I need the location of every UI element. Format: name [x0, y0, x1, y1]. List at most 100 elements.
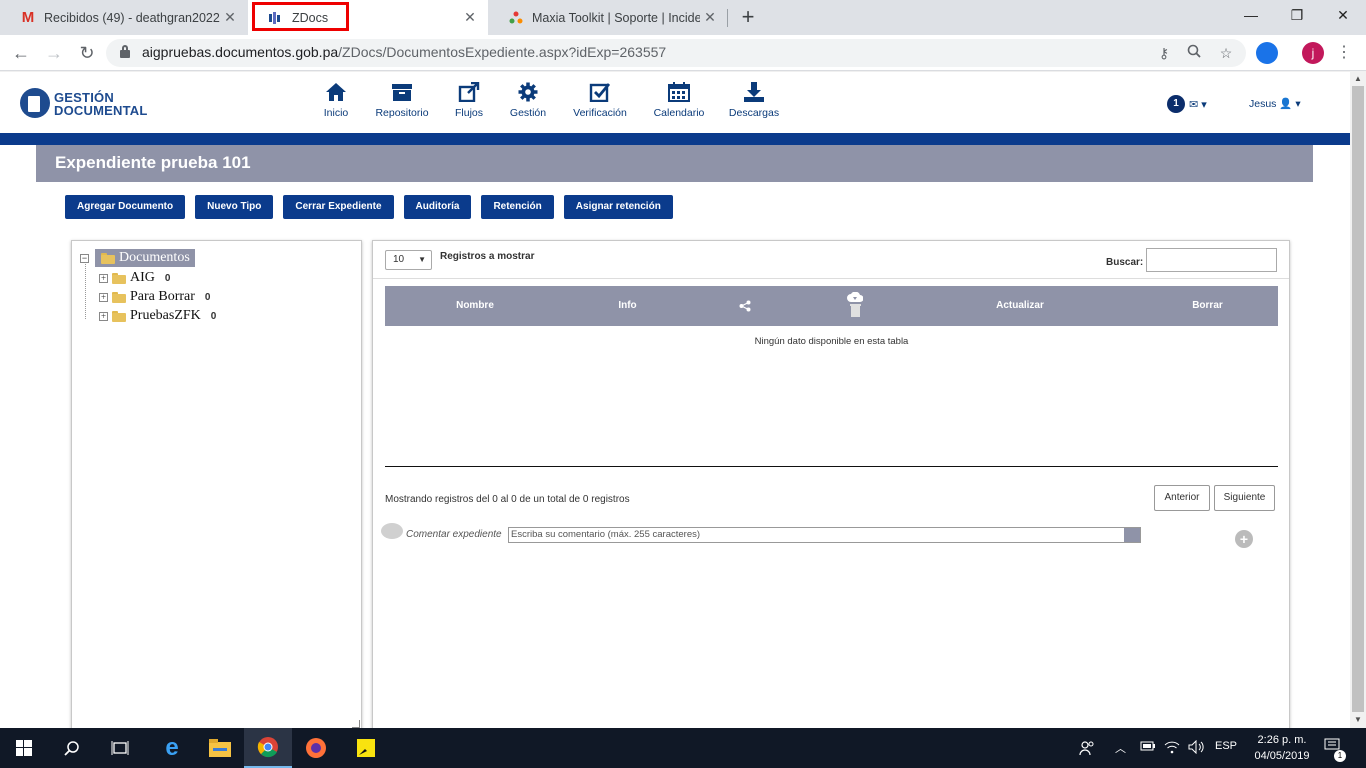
chrome-icon[interactable] — [244, 728, 292, 768]
action-buttons: Agregar Documento Nuevo Tipo Cerrar Expe… — [65, 195, 673, 219]
bookmark-star-icon[interactable]: ☆ — [1216, 43, 1236, 63]
folder-icon — [112, 291, 126, 303]
expand-icon[interactable]: + — [99, 311, 108, 321]
folder-icon — [101, 252, 115, 264]
column-info[interactable]: Info — [585, 286, 670, 326]
file-explorer-icon[interactable] — [196, 728, 244, 768]
close-icon[interactable]: ✕ — [460, 9, 480, 26]
envelope-icon[interactable]: ✉ ▾ — [1189, 98, 1207, 111]
nav-calendario[interactable]: Calendario — [652, 80, 706, 124]
column-borrar[interactable]: Borrar — [1160, 286, 1255, 326]
windows-start-icon[interactable] — [0, 728, 48, 768]
back-icon[interactable]: ← — [9, 41, 33, 65]
firefox-icon[interactable] — [292, 728, 340, 768]
web-page: GESTIÓN DOCUMENTAL Inicio Repositorio Flu… — [0, 72, 1350, 728]
nav-gestion[interactable]: Gestión — [507, 80, 549, 124]
page-length-select[interactable]: 10 ▼ — [385, 250, 432, 270]
window-close-button[interactable]: ✕ — [1320, 0, 1366, 30]
agregar-documento-button[interactable]: Agregar Documento — [65, 195, 186, 219]
search-icon[interactable] — [48, 728, 96, 768]
people-icon[interactable] — [1079, 740, 1095, 759]
task-view-icon[interactable] — [96, 728, 144, 768]
notification-badge[interactable]: 1 — [1167, 95, 1185, 113]
item-count: 0 — [204, 291, 211, 303]
app-logo[interactable]: GESTIÓN DOCUMENTAL — [20, 86, 160, 122]
restore-button[interactable]: ❐ — [1274, 0, 1320, 30]
archive-icon — [372, 80, 432, 104]
page-scrollbar[interactable]: ▲ ▼ — [1350, 72, 1366, 728]
empty-message: Ningún dato disponible en esta tabla — [754, 336, 909, 347]
reload-icon[interactable]: ↻ — [75, 41, 99, 65]
gear-icon — [507, 80, 549, 104]
volume-icon[interactable] — [1188, 739, 1206, 757]
notification-count-badge: 1 — [1334, 750, 1346, 762]
zoom-icon[interactable] — [1184, 43, 1204, 63]
expand-icon[interactable]: + — [99, 273, 108, 283]
scroll-thumb[interactable] — [1352, 86, 1364, 712]
tab-gmail[interactable]: M Recibidos (49) - deathgran2022@ ✕ — [0, 0, 248, 35]
scroll-down-icon[interactable]: ▼ — [1353, 715, 1363, 725]
forward-icon[interactable]: → — [42, 41, 66, 65]
tree-item-aig[interactable]: + AIG 0 — [99, 270, 170, 286]
profile-avatar[interactable]: j — [1302, 42, 1324, 64]
battery-icon[interactable] — [1140, 740, 1156, 755]
resize-handle[interactable] — [352, 720, 360, 728]
comment-label: Comentar expediente — [406, 529, 502, 540]
nav-descargas[interactable]: Descargas — [727, 80, 781, 124]
edge-icon[interactable]: e — [148, 728, 196, 768]
retencion-button[interactable]: Retención — [481, 195, 554, 219]
sticky-notes-icon[interactable] — [342, 728, 390, 768]
lock-icon — [120, 45, 130, 58]
tree-item-pruebaszfk[interactable]: + PruebasZFK 0 — [99, 308, 216, 324]
collapse-icon[interactable]: − — [80, 253, 89, 263]
caret-down-icon: ▼ — [418, 255, 426, 264]
cerrar-expediente-button[interactable]: Cerrar Expediente — [283, 195, 394, 219]
external-link-icon — [451, 80, 487, 104]
language-indicator[interactable]: ESP — [1215, 740, 1237, 752]
nav-inicio[interactable]: Inicio — [318, 80, 354, 124]
expand-icon[interactable]: + — [99, 292, 108, 302]
browser-tabstrip: M Recibidos (49) - deathgran2022@ ✕ ZDoc… — [0, 0, 1366, 35]
new-tab-button[interactable]: + — [736, 5, 760, 29]
close-icon[interactable]: ✕ — [700, 9, 720, 26]
nav-verificacion[interactable]: Verificación — [569, 80, 631, 124]
tab-separator — [727, 9, 728, 27]
tree-root[interactable]: − Documentos — [80, 249, 195, 267]
key-icon[interactable]: ⚷ — [1154, 43, 1174, 63]
menu-icon[interactable]: ⋮ — [1334, 41, 1354, 65]
column-actualizar[interactable]: Actualizar — [965, 286, 1075, 326]
address-bar[interactable]: aigpruebas.documentos.gob.pa/ZDocs/Docum… — [106, 39, 1246, 67]
wifi-icon[interactable] — [1164, 740, 1180, 757]
logo-mark — [20, 88, 50, 118]
auditoria-button[interactable]: Auditoría — [403, 195, 472, 219]
extension-globe-icon[interactable] — [1256, 42, 1278, 64]
highlight-annotation — [252, 2, 349, 31]
logo-text: GESTIÓN DOCUMENTAL — [54, 90, 148, 118]
asignar-retencion-button[interactable]: Asignar retención — [563, 195, 673, 219]
previous-button[interactable]: Anterior — [1154, 485, 1210, 511]
chevron-up-icon[interactable]: ︿ — [1115, 740, 1126, 756]
next-button[interactable]: Siguiente — [1214, 485, 1275, 511]
system-clock[interactable]: 2:26 p. m. 04/05/2019 — [1244, 732, 1320, 764]
user-menu[interactable]: Jesus 👤 ▾ — [1249, 97, 1301, 110]
page-length-label: Registros a mostrar — [440, 251, 535, 262]
tree-item-para-borrar[interactable]: + Para Borrar 0 — [99, 289, 210, 305]
add-comment-button[interactable]: + — [1235, 530, 1253, 548]
tab-maxia[interactable]: Maxia Toolkit | Soporte | Incident ✕ — [488, 0, 728, 35]
close-icon[interactable]: ✕ — [220, 9, 240, 26]
calendar-icon — [652, 80, 706, 104]
scroll-up-icon[interactable]: ▲ — [1353, 74, 1363, 84]
minimize-button[interactable]: — — [1228, 0, 1274, 30]
column-share[interactable] — [715, 286, 775, 326]
tab-title: Maxia Toolkit | Soporte | Incident — [532, 10, 700, 25]
nav-flujos[interactable]: Flujos — [451, 80, 487, 124]
nav-repositorio[interactable]: Repositorio — [372, 80, 432, 124]
column-nombre[interactable]: Nombre — [425, 286, 525, 326]
column-cloud-delete[interactable] — [825, 286, 885, 326]
resize-grip-icon[interactable] — [1124, 528, 1140, 542]
tree-root-label[interactable]: Documentos — [95, 249, 195, 267]
tab-title: Recibidos (49) - deathgran2022@ — [44, 10, 220, 25]
nuevo-tipo-button[interactable]: Nuevo Tipo — [195, 195, 274, 219]
search-input[interactable] — [1146, 248, 1277, 272]
comment-input[interactable]: Escriba su comentario (máx. 255 caracter… — [508, 527, 1141, 543]
